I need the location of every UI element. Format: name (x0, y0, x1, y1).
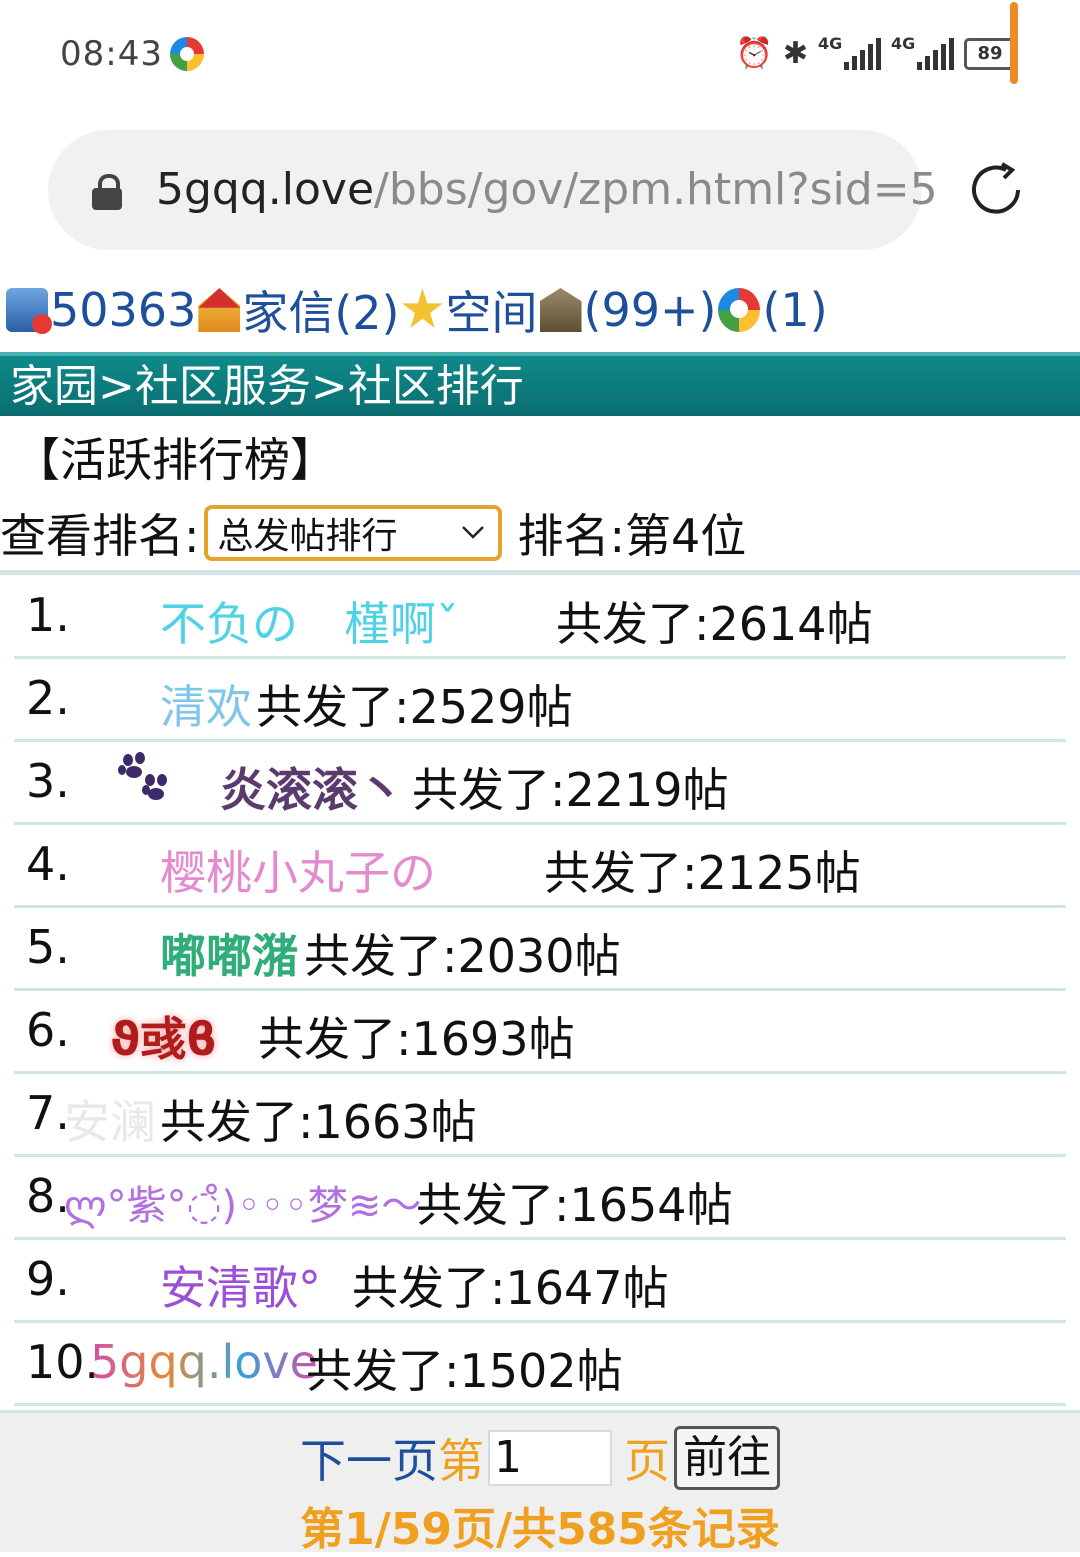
post-count: 共发了:1502帖 (306, 1344, 623, 1398)
rank-number: 10. (26, 1335, 100, 1389)
post-count: 共发了:1663帖 (160, 1095, 477, 1149)
temple-count-link[interactable]: (99+) (584, 283, 717, 337)
breadcrumb[interactable]: 家园>社区服务>社区排行 (0, 352, 1080, 416)
user-link[interactable]: 炎滚滚丶 (220, 754, 404, 820)
user-link[interactable]: 不负の 槿啊ˇ (160, 588, 459, 654)
list-item: 9. 安清歌° 共发了:1647帖 (14, 1240, 1066, 1323)
user-link[interactable]: 清欢 (160, 671, 252, 737)
pager-controls: 下一页 第 页 前往 (300, 1425, 780, 1491)
post-count: 共发了:2219帖 (412, 763, 729, 817)
lock-icon (92, 174, 122, 210)
list-item: 1. 不负の 槿啊ˇ 共发了:2614帖 (14, 576, 1066, 659)
signal-icon: 4G (818, 34, 881, 70)
app-notification-icon (170, 37, 204, 71)
next-page-link[interactable]: 下一页 (300, 1425, 438, 1491)
user-link[interactable]: 安清歌° (160, 1252, 321, 1318)
rank-number: 6. (26, 1003, 70, 1057)
rank-select-value: 总发帖排行 (217, 516, 398, 557)
alarm-icon: ⏰ (735, 36, 773, 71)
network-type-label: 4G (891, 34, 916, 53)
star-icon (402, 288, 443, 329)
rank-number: 5. (26, 920, 70, 974)
status-bar: 08:43 ⏰ ✱ 4G 4G 89 (0, 0, 1080, 108)
page-number-input[interactable] (488, 1430, 612, 1486)
user-link[interactable]: ლ°紫°◌̊)◦◦◦梦≋～ (64, 1173, 421, 1231)
rank-label: 查看排名: (0, 509, 200, 563)
list-item: 3. 炎滚滚丶 共发了:2219帖 (14, 742, 1066, 825)
chevron-down-icon (461, 526, 484, 539)
user-link[interactable]: ϑ彧ϐ (110, 1003, 216, 1069)
paw-icon (118, 752, 167, 800)
mail-link[interactable]: 家信(2) (242, 277, 399, 343)
post-count: 共发了:2614帖 (556, 597, 873, 651)
list-item: 6. ϑ彧ϐ 共发了:1693帖 (14, 991, 1066, 1074)
user-link[interactable]: 樱桃小丸子の (160, 837, 436, 903)
rank-selector-row: 查看排名: 总发帖排行 排名:第4位 (0, 500, 746, 566)
rank-number: 1. (26, 588, 70, 642)
post-count: 共发了:1654帖 (416, 1178, 733, 1232)
url-text[interactable]: 5gqq.love/bbs/gov/zpm.html?sid=5 (156, 164, 938, 215)
list-item: 2. 清欢 共发了:2529帖 (14, 659, 1066, 742)
ranking-list: 1. 不负の 槿啊ˇ 共发了:2614帖 2. 清欢 共发了:2529帖 3. … (14, 576, 1066, 1406)
battery-icon: 89 (964, 38, 1016, 70)
reload-icon[interactable] (966, 160, 1026, 220)
user-link[interactable]: 安澜 (64, 1086, 156, 1152)
post-count: 共发了:1693帖 (258, 1012, 575, 1066)
mail-house-icon (198, 288, 241, 332)
pager-summary: 第1/59页/共585条记录 (300, 1504, 780, 1555)
rank-number: 9. (26, 1252, 70, 1306)
temple-icon (539, 288, 582, 332)
post-count: 共发了:1647帖 (352, 1261, 669, 1315)
user-link[interactable]: 5gqq.love (90, 1335, 318, 1389)
network-type-label: 4G (818, 34, 843, 53)
list-item: 10. 5gqq.love 共发了:1502帖 (14, 1323, 1066, 1406)
post-count: 共发了:2030帖 (304, 929, 621, 983)
list-item: 8. ლ°紫°◌̊)◦◦◦梦≋～ 共发了:1654帖 (14, 1157, 1066, 1240)
url-path: /bbs/gov/zpm.html?sid=5 (374, 164, 938, 215)
post-count: 共发了:2529帖 (256, 680, 573, 734)
list-item: 7. 安澜 共发了:1663帖 (14, 1074, 1066, 1157)
my-rank-position: 排名:第4位 (517, 509, 747, 563)
status-icons: ⏰ ✱ 4G 4G 89 (735, 32, 1016, 76)
user-link[interactable]: 嘟嘟潴 (160, 920, 298, 986)
bluetooth-icon: ✱ (782, 36, 808, 71)
clock: 08:43 (60, 34, 163, 74)
space-link[interactable]: 空间 (446, 277, 538, 343)
pager: 下一页 第 页 前往 第1/59页/共585条记录 (0, 1410, 1080, 1555)
go-button[interactable]: 前往 (674, 1426, 780, 1490)
rank-number: 3. (26, 754, 70, 808)
url-host: 5gqq.love (156, 164, 375, 215)
rank-type-select[interactable]: 总发帖排行 (203, 505, 502, 561)
page-suffix-label: 页 (624, 1434, 670, 1488)
page-prefix-label: 第 (438, 1434, 484, 1488)
ring-icon (718, 288, 761, 332)
recording-indicator (1010, 2, 1018, 84)
address-bar[interactable]: 5gqq.love/bbs/gov/zpm.html?sid=5 (48, 130, 938, 250)
divider (0, 570, 1080, 575)
board-title: 【活跃排行榜】 (14, 433, 336, 487)
list-item: 5. 嘟嘟潴 共发了:2030帖 (14, 908, 1066, 991)
user-nav: 50363 家信(2) 空间 (99+) (1) (4, 282, 828, 340)
rank-number: 2. (26, 671, 70, 725)
ring-count-link[interactable]: (1) (762, 283, 827, 337)
post-count: 共发了:2125帖 (544, 846, 861, 900)
list-item: 4. 樱桃小丸子の 共发了:2125帖 (14, 825, 1066, 908)
rank-number: 4. (26, 837, 70, 891)
user-id-link[interactable]: 50363 (50, 283, 196, 337)
user-icon (6, 288, 52, 334)
signal-icon: 4G (891, 34, 954, 70)
